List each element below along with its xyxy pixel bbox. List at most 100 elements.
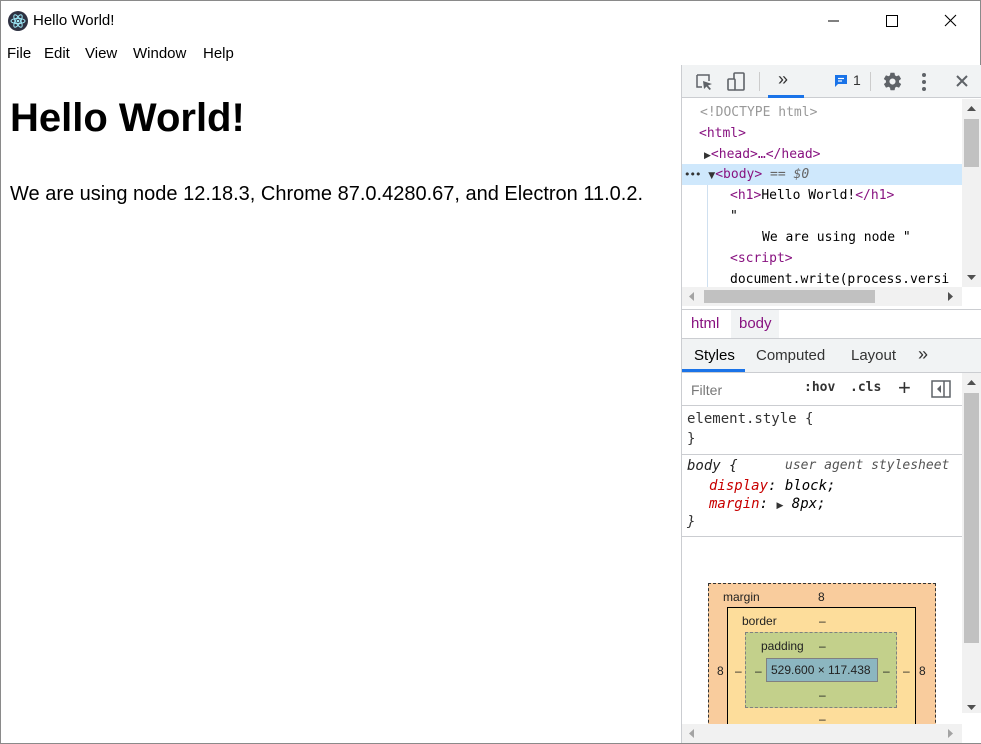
prop-name: margin [709, 496, 760, 512]
margin-top-value[interactable]: 8 [818, 590, 825, 604]
menu-view[interactable]: View [85, 45, 117, 62]
expand-triangle-icon[interactable]: ▶ [776, 501, 783, 511]
element-style-close: } [687, 431, 696, 447]
border-label: border [742, 614, 777, 628]
toolbar-divider [870, 72, 871, 91]
more-tabs-icon[interactable]: » [918, 344, 928, 365]
styles-filter-bar: :hov .cls + [682, 373, 962, 406]
margin-right-value[interactable]: 8 [919, 664, 926, 678]
prop-value: block; [784, 478, 836, 494]
expand-triangle-icon[interactable]: ▶ [704, 151, 711, 161]
menu-bar: File Edit View Window Help [1, 41, 681, 67]
close-icon [944, 14, 957, 27]
settings-gear-icon[interactable] [882, 71, 903, 92]
tab-styles[interactable]: Styles [694, 347, 735, 364]
brace-open: { [729, 458, 738, 474]
prop-value: 8px; [791, 496, 826, 512]
rule-divider [682, 536, 962, 537]
body-rule-close: } [687, 514, 696, 530]
maximize-button[interactable] [862, 1, 920, 41]
minimize-button[interactable] [804, 1, 862, 41]
device-toolbar-icon[interactable] [726, 71, 748, 93]
padding-right-value[interactable]: – [883, 664, 890, 678]
active-tab-indicator [768, 95, 804, 98]
page-paragraph: We are using node 12.18.3, Chrome 87.0.4… [10, 183, 644, 205]
margin-left-value[interactable]: 8 [717, 664, 724, 678]
menu-file[interactable]: File [7, 45, 31, 62]
body-selector-text: body [687, 458, 721, 474]
menu-window[interactable]: Window [133, 45, 186, 62]
close-devtools-icon[interactable] [955, 74, 969, 88]
prop-name: display [709, 478, 769, 494]
filter-input[interactable] [686, 378, 792, 402]
elements-tree: <!DOCTYPE html> <html> ▶<head>…</head> •… [682, 99, 981, 309]
border-top-value[interactable]: – [819, 614, 826, 628]
breadcrumb-html[interactable]: html [691, 315, 719, 332]
padding-bottom-value[interactable]: – [819, 688, 826, 702]
page-heading: Hello World! [10, 96, 245, 140]
prop-display[interactable]: display: block; [709, 476, 835, 496]
menu-help[interactable]: Help [203, 45, 234, 62]
dom-h1-text: Hello World! [761, 188, 856, 203]
electron-logo-icon [8, 11, 28, 31]
dom-html[interactable]: <html> [699, 123, 746, 144]
toolbar-divider [759, 72, 760, 91]
dom-body[interactable]: ••• ▼<body> == $0 [684, 164, 809, 187]
window-title: Hello World! [33, 12, 115, 29]
active-tab-indicator [682, 369, 745, 372]
scrollbar-arrows-icon [964, 106, 979, 280]
styles-vertical-scrollbar[interactable] [962, 373, 981, 713]
selected-marker: == $0 [770, 167, 810, 182]
dom-body-label: <body> [715, 167, 763, 182]
rule-source[interactable]: user agent stylesheet [785, 456, 949, 476]
minimize-icon [828, 20, 839, 22]
node-actions-icon[interactable]: ••• [684, 168, 701, 181]
close-button[interactable] [921, 1, 979, 41]
margin-label: margin [723, 590, 760, 604]
app-window: Hello World! File Edit View Window Help … [0, 0, 981, 744]
dom-h1[interactable]: <h1>Hello World!</h1> [730, 185, 894, 206]
border-left-value[interactable]: – [735, 664, 742, 678]
tab-computed[interactable]: Computed [756, 347, 825, 364]
border-right-value[interactable]: – [903, 664, 910, 678]
styles-horizontal-scrollbar[interactable] [682, 724, 962, 743]
cls-toggle[interactable]: .cls [850, 380, 881, 395]
dom-doctype[interactable]: <!DOCTYPE html> [700, 102, 817, 123]
elements-horizontal-scrollbar[interactable] [682, 287, 962, 306]
maximize-icon [886, 15, 898, 27]
devtools-panel: » 1 <!DOCTYPE html> <html> ▶<head>…</hea… [681, 65, 981, 743]
element-style-selector[interactable]: element.style { [687, 409, 813, 429]
title-bar[interactable]: Hello World! [1, 1, 980, 41]
more-tabs-icon[interactable]: » [778, 69, 788, 90]
padding-left-value[interactable]: – [755, 664, 762, 678]
menu-edit[interactable]: Edit [44, 45, 70, 62]
kebab-menu-icon[interactable] [920, 72, 928, 92]
scrollbar-arrows-icon [689, 290, 953, 303]
inspect-element-icon[interactable] [694, 72, 714, 92]
sidebar-tabs: Styles Computed Layout » [682, 339, 981, 373]
dom-h1-close: </h1> [855, 188, 895, 203]
tab-layout[interactable]: Layout [851, 347, 896, 364]
scrollbar-arrows-icon [964, 380, 979, 710]
dom-h1-open: <h1> [730, 188, 762, 203]
dom-text-quote[interactable]: " [730, 206, 738, 227]
body-rule-selector[interactable]: body { [687, 456, 738, 476]
issues-icon[interactable] [834, 74, 848, 88]
dom-text-node[interactable]: We are using node " [762, 227, 911, 248]
breadcrumb-body[interactable]: body [739, 315, 772, 332]
breadcrumb: html body [682, 309, 981, 339]
toggle-sidebar-icon[interactable] [931, 380, 951, 398]
dom-head-label: <head>…</head> [710, 147, 821, 162]
rule-divider [682, 454, 962, 455]
elements-vertical-scrollbar[interactable] [962, 99, 981, 287]
issues-count[interactable]: 1 [853, 72, 861, 88]
dom-script[interactable]: <script> [730, 248, 793, 269]
devtools-toolbar: » 1 [682, 65, 981, 98]
hov-toggle[interactable]: :hov [804, 380, 835, 395]
scrollbar-arrows-icon [689, 729, 953, 738]
padding-label: padding [761, 639, 804, 653]
add-rule-button[interactable]: + [898, 375, 911, 401]
content-size[interactable]: 529.600 × 117.438 [771, 663, 871, 677]
prop-margin[interactable]: margin: ▶ 8px; [709, 494, 826, 516]
padding-top-value[interactable]: – [819, 639, 826, 653]
